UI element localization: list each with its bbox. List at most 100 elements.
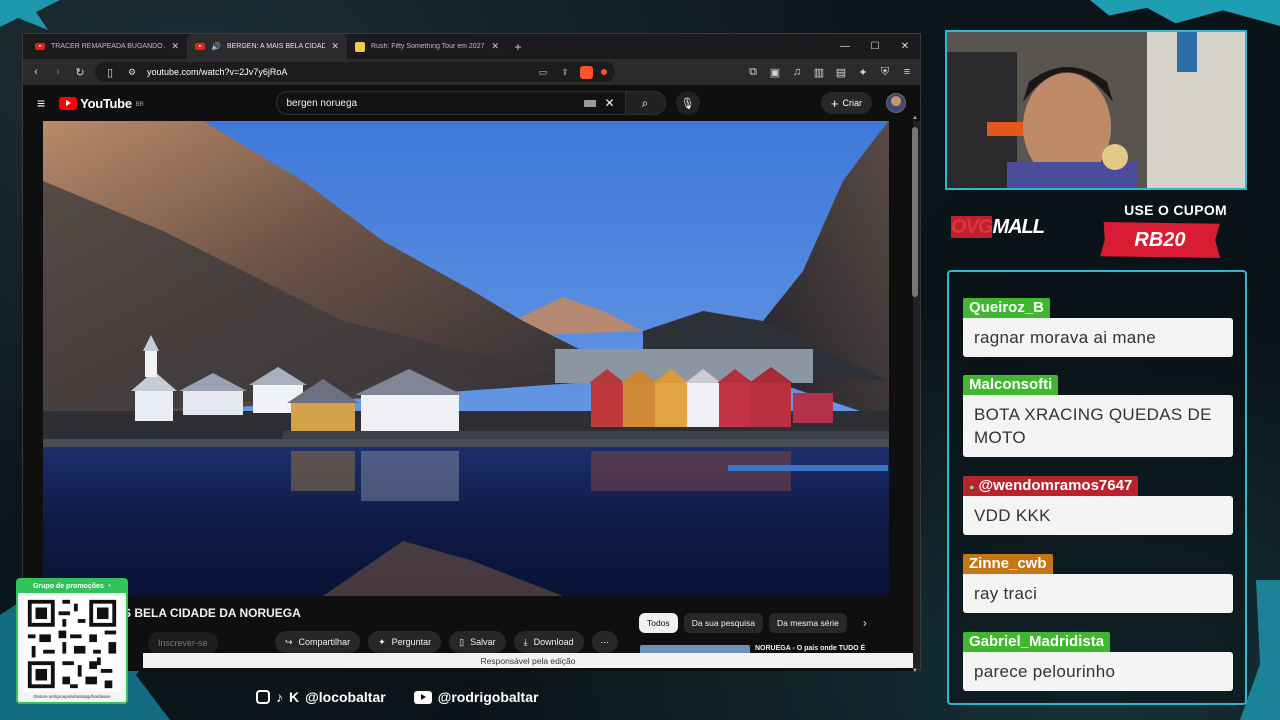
scroll-down-icon[interactable]: ▼ xyxy=(912,668,918,674)
chat-message: Malconsofti BOTA XRACING QUEDAS DE MOTO xyxy=(963,375,1233,457)
chat-username: Gabriel_Madridista xyxy=(963,632,1111,652)
chip-all[interactable]: Todos xyxy=(639,613,678,633)
close-icon[interactable]: ✕ xyxy=(331,41,339,52)
media-icon[interactable]: ♫ xyxy=(790,66,804,79)
scrollbar-thumb[interactable] xyxy=(912,127,918,297)
voice-search-button[interactable]: 🎙 xyxy=(675,91,700,115)
tab-title: Rush: Fifty Something Tour em 2027 no Br… xyxy=(371,43,485,50)
video-player[interactable] xyxy=(43,121,889,596)
back-icon[interactable]: ‹ xyxy=(29,66,43,78)
sponsor-banner: OVGMALL USE O CUPOM RB20 xyxy=(945,190,1257,268)
reload-icon[interactable]: ↻ xyxy=(73,66,87,79)
webcam-feed xyxy=(945,30,1247,190)
chat-message: Zinne_cwb ray traci xyxy=(963,554,1233,613)
video-actions: ↪ Compartilhar ✦ Perguntar ▯ Salvar ⤓ Do… xyxy=(275,631,618,653)
social-handle-1: @locobaltar xyxy=(305,689,386,705)
page-icon xyxy=(355,41,365,52)
wallet-icon[interactable]: ▤ xyxy=(834,66,848,79)
more-dots-icon: ⋯ xyxy=(600,636,610,647)
whatsapp-icon: ◔ xyxy=(106,583,112,590)
chat-text: parece pelourinho xyxy=(963,652,1233,691)
chat-message: ● @wendomramos7647 VDD KKK xyxy=(963,476,1233,535)
coupon-code: RB20 xyxy=(1100,222,1220,258)
badge-icon: ● xyxy=(969,482,975,492)
subscribe-button[interactable]: Inscrever-se xyxy=(148,632,218,654)
ask-button[interactable]: ✦ Perguntar xyxy=(368,631,442,653)
maximize-button[interactable]: ☐ xyxy=(860,41,890,52)
download-button[interactable]: ⤓ Download xyxy=(513,631,584,653)
new-tab-button[interactable]: + xyxy=(507,40,529,54)
sidebar-icon[interactable]: ▥ xyxy=(812,66,826,79)
recommendation-title[interactable]: NORUEGA - O país onde TUDO É xyxy=(755,645,865,652)
recommendation-thumbnail[interactable] xyxy=(640,645,750,653)
region-code: BR xyxy=(135,101,144,108)
scroll-up-icon[interactable]: ▲ xyxy=(912,115,918,121)
search-button[interactable]: ⌕ xyxy=(625,91,666,115)
tab-title: BERGEN: A MAIS BELA CIDADE DA xyxy=(226,43,326,50)
menu-icon[interactable]: ≡ xyxy=(900,66,914,79)
speaker-icon[interactable]: 🔊 xyxy=(211,42,221,51)
social-handle-2: @rodrigobaltar xyxy=(437,689,539,705)
watch-page xyxy=(23,121,913,671)
chat-message: Gabriel_Madridista parece pelourinho xyxy=(963,632,1233,691)
chat-username: ● @wendomramos7647 xyxy=(963,476,1139,496)
share-arrow-icon: ↪ xyxy=(285,636,293,647)
kick-icon: K xyxy=(289,689,300,705)
keyboard-icon[interactable] xyxy=(584,99,597,107)
tab-2[interactable]: 🔊 BERGEN: A MAIS BELA CIDADE DA ✕ xyxy=(187,34,347,59)
youtube-logo[interactable]: YouTube BR xyxy=(59,96,144,111)
brave-shields-icon[interactable] xyxy=(580,65,593,79)
account-avatar[interactable] xyxy=(886,93,906,113)
video-frame xyxy=(43,121,889,596)
sponsor-logo: OVGMALL xyxy=(951,216,1045,238)
bookmark-icon[interactable]: ▯ xyxy=(103,66,117,79)
browser-toolbar: ‹ › ↻ ▯ ⚙ youtube.com/watch?v=2Jv7y6jRoA… xyxy=(23,59,920,85)
corner-splash-top-right xyxy=(1090,0,1280,26)
close-icon[interactable]: ✕ xyxy=(491,41,499,52)
tab-3[interactable]: Rush: Fifty Something Tour em 2027 no Br… xyxy=(347,34,507,59)
chat-username: Zinne_cwb xyxy=(963,554,1053,574)
chat-text: ragnar morava ai mane xyxy=(963,318,1233,357)
close-icon[interactable]: ✕ xyxy=(171,41,179,52)
window-controls: — ☐ ✕ xyxy=(830,41,920,52)
youtube-icon xyxy=(413,690,432,704)
save-button[interactable]: ▯ Salvar xyxy=(449,631,506,653)
extensions-icon[interactable]: ⧉ xyxy=(746,66,760,79)
corner-splash-top-left xyxy=(0,0,60,30)
address-bar[interactable]: ▯ ⚙ youtube.com/watch?v=2Jv7y6jRoA ▭ ⇪ xyxy=(95,62,615,82)
vpn-icon[interactable]: ⛨ xyxy=(878,66,892,79)
clear-search-icon[interactable]: ✕ xyxy=(604,96,614,110)
toolbar-right: ⧉ ▣ ♫ ▥ ▤ ✦ ⛨ ≡ xyxy=(746,66,914,79)
close-window-button[interactable]: ✕ xyxy=(890,41,920,52)
microphone-icon: 🎙 xyxy=(680,97,695,110)
browser-window: TRACER REMAPEADA BUGANDO A ZONA N ✕ 🔊 BE… xyxy=(22,33,921,674)
coupon-label: USE O CUPOM xyxy=(1124,202,1227,218)
forward-icon[interactable]: › xyxy=(51,66,65,78)
site-settings-icon[interactable]: ⚙ xyxy=(125,67,139,78)
search-input[interactable]: bergen noruega ✕ xyxy=(275,91,626,115)
cast-icon[interactable]: ▭ xyxy=(536,67,550,78)
share-icon[interactable]: ⇪ xyxy=(558,67,572,78)
share-button[interactable]: ↪ Compartilhar xyxy=(275,631,361,653)
chat-message: Queiroz_B ragnar morava ai mane xyxy=(963,298,1233,357)
chevron-right-icon[interactable]: › xyxy=(863,616,867,630)
save-label: Salvar xyxy=(470,637,496,647)
chat-text: BOTA XRACING QUEDAS DE MOTO xyxy=(963,395,1233,457)
brave-rewards-icon[interactable] xyxy=(601,69,607,75)
address-text[interactable]: youtube.com/watch?v=2Jv7y6jRoA xyxy=(147,67,528,77)
leo-icon[interactable]: ✦ xyxy=(856,66,870,79)
tiktok-icon: ♪ xyxy=(276,689,283,705)
chip-from-search[interactable]: Da sua pesquisa xyxy=(683,613,764,633)
chip-same-series[interactable]: Da mesma série xyxy=(769,613,847,633)
page-scrollbar[interactable]: ▲ ▼ xyxy=(912,115,918,674)
search-query[interactable]: bergen noruega xyxy=(287,98,577,109)
create-button[interactable]: + Criar xyxy=(820,92,872,114)
qr-code xyxy=(24,596,120,692)
create-label: Criar xyxy=(842,98,863,108)
hamburger-menu-icon[interactable]: ≡ xyxy=(37,95,45,111)
more-actions-button[interactable]: ⋯ xyxy=(591,631,618,653)
screenshot-icon[interactable]: ▣ xyxy=(768,66,782,79)
social-handles: ♪ K @locobaltar @rodrigobaltar xyxy=(256,689,538,705)
tab-1[interactable]: TRACER REMAPEADA BUGANDO A ZONA N ✕ xyxy=(27,34,187,59)
minimize-button[interactable]: — xyxy=(830,41,860,52)
